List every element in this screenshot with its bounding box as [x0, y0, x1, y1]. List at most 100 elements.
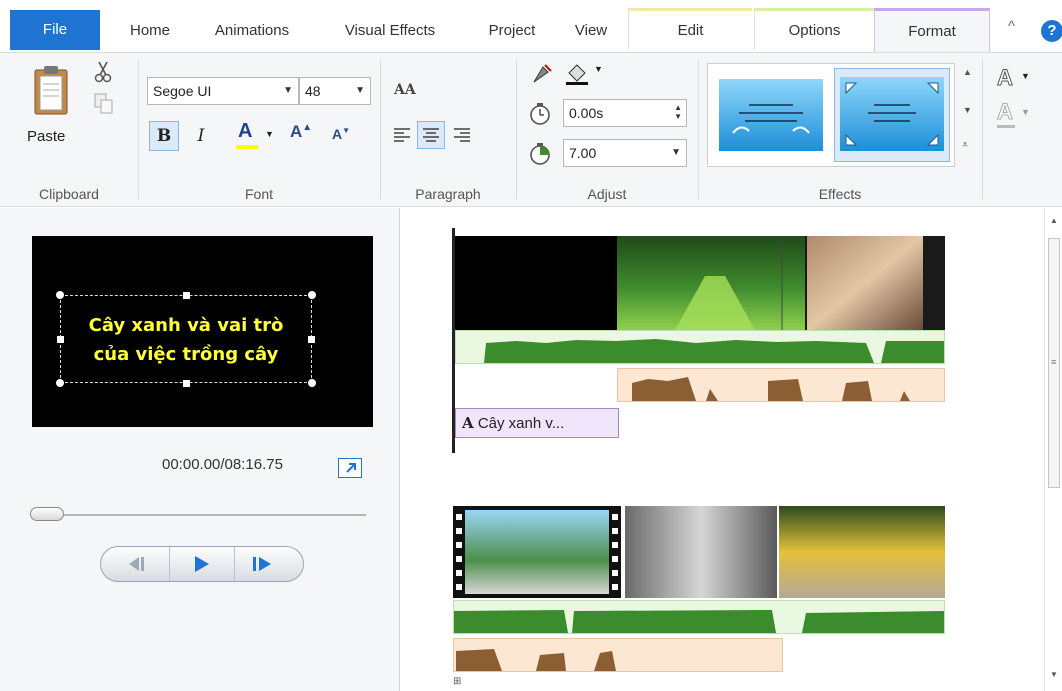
- shrink-font-button[interactable]: A▼: [331, 125, 357, 151]
- seek-track[interactable]: [32, 514, 366, 516]
- group-outline: A ▼ A ▼: [983, 53, 1062, 206]
- arrow-up-icon: ▲: [302, 122, 313, 133]
- music-track[interactable]: [617, 368, 945, 402]
- effect-zoom-icon: [840, 77, 944, 151]
- video-preview[interactable]: Cây xanh và vai trò của việc trồng cây: [32, 236, 373, 427]
- outline-size-icon[interactable]: A: [997, 65, 1014, 91]
- tab-options[interactable]: Options: [754, 8, 874, 50]
- next-frame-button[interactable]: [235, 547, 303, 581]
- arrow-up-icon[interactable]: ▲: [1050, 216, 1058, 225]
- playback-time: 00:00.00/08:16.75: [162, 456, 283, 473]
- fullscreen-button[interactable]: [338, 458, 362, 478]
- caption-text[interactable]: Cây xanh và vai trò của việc trồng cây: [61, 311, 311, 369]
- paint-bucket-icon: [566, 64, 588, 85]
- expand-icon[interactable]: ⊞: [453, 676, 461, 687]
- group-paragraph: AA Paragraph: [381, 53, 515, 206]
- font-color-icon: A: [238, 120, 253, 142]
- start-time-field[interactable]: 0.00s ▲ ▼: [563, 99, 687, 127]
- video-clip-row[interactable]: [455, 236, 945, 330]
- chevron-down-icon[interactable]: ▼: [1021, 71, 1030, 81]
- font-color-swatch: [236, 145, 258, 149]
- ribbon: Paste Clipboard Segoe UI ▼ 48 ▼ B I A ▼ …: [0, 52, 1062, 207]
- tab-home[interactable]: Home: [110, 10, 190, 52]
- copy-icon[interactable]: [94, 93, 114, 115]
- next-frame-icon: [253, 557, 271, 571]
- video-clip-row[interactable]: [453, 506, 945, 598]
- tab-view[interactable]: View: [560, 10, 622, 52]
- caption-line: Cây xanh và vai trò: [88, 315, 284, 336]
- tab-edit[interactable]: Edit: [628, 8, 752, 50]
- effect-thumbnail-selected[interactable]: [834, 68, 950, 162]
- playhead-cursor[interactable]: [452, 228, 455, 453]
- align-center-icon: [423, 128, 439, 142]
- group-clipboard: Paste Clipboard: [0, 53, 138, 206]
- resize-handle[interactable]: [308, 379, 316, 387]
- duration-select[interactable]: 7.00 ▼: [563, 139, 687, 167]
- help-icon[interactable]: ?: [1041, 20, 1062, 42]
- seek-slider-thumb[interactable]: [30, 507, 64, 521]
- cut-icon[interactable]: [94, 61, 112, 83]
- gallery-scroll[interactable]: ▲ ▼ ⩡: [959, 63, 977, 167]
- tab-file[interactable]: File: [10, 10, 100, 50]
- font-family-select[interactable]: Segoe UI ▼: [147, 77, 299, 105]
- caption-line: của việc trồng cây: [93, 344, 279, 365]
- chevron-down-icon[interactable]: ▼: [1021, 107, 1030, 117]
- title-clip[interactable]: A Cây xanh v...: [455, 408, 619, 438]
- title-clip-label: Cây xanh v...: [477, 415, 565, 432]
- grow-font-button[interactable]: A▲: [289, 121, 315, 151]
- arrow-up-icon[interactable]: ▲: [963, 67, 972, 77]
- resize-handle[interactable]: [308, 291, 316, 299]
- group-label-adjust: Adjust: [587, 186, 627, 202]
- resize-handle[interactable]: [56, 379, 64, 387]
- chevron-down-icon[interactable]: ▼: [265, 129, 274, 139]
- effect-cinematic-icon: [719, 79, 823, 151]
- tab-project[interactable]: Project: [474, 10, 550, 52]
- music-track[interactable]: [453, 638, 783, 672]
- align-right-icon[interactable]: [453, 127, 471, 143]
- audio-track[interactable]: [453, 600, 945, 634]
- scrollbar-thumb[interactable]: ≡: [1048, 238, 1060, 488]
- resize-handle[interactable]: [56, 291, 64, 299]
- previous-frame-button[interactable]: [101, 547, 169, 581]
- arrow-down-icon: ▼: [342, 126, 351, 135]
- play-icon: [195, 556, 209, 572]
- arrow-down-icon[interactable]: ▼: [1050, 670, 1058, 679]
- audio-waveform: [454, 610, 944, 633]
- ribbon-tab-bar: File Home Animations Visual Effects Proj…: [0, 0, 1062, 54]
- align-left-icon[interactable]: [393, 127, 411, 143]
- gallery-expand-icon[interactable]: ⩡: [962, 139, 968, 152]
- font-size-select[interactable]: 48 ▼: [299, 77, 371, 105]
- chevron-down-icon: ▼: [283, 85, 293, 96]
- tab-format[interactable]: Format: [874, 8, 990, 54]
- effect-thumbnail[interactable]: [714, 70, 828, 160]
- chevron-down-icon: ▼: [671, 147, 681, 158]
- tab-visual-effects[interactable]: Visual Effects: [326, 10, 454, 52]
- resize-handle[interactable]: [183, 380, 190, 387]
- spinner-icon[interactable]: ▲ ▼: [674, 103, 682, 121]
- font-size-icon[interactable]: AA: [393, 81, 423, 103]
- arrow-down-icon[interactable]: ▼: [963, 105, 972, 115]
- caption-text-box[interactable]: Cây xanh và vai trò của việc trồng cây: [56, 291, 316, 387]
- preview-pane: Cây xanh và vai trò của việc trồng cây 0…: [0, 208, 400, 691]
- paste-button[interactable]: Paste: [18, 61, 80, 151]
- bold-button[interactable]: B: [149, 121, 179, 151]
- font-color-button[interactable]: A: [233, 119, 263, 151]
- group-label-effects: Effects: [818, 186, 862, 202]
- group-label-font: Font: [244, 186, 273, 202]
- transparency-icon[interactable]: [531, 63, 553, 85]
- play-button[interactable]: [169, 547, 235, 581]
- tab-animations[interactable]: Animations: [196, 10, 308, 52]
- text-icon: A: [462, 414, 474, 432]
- align-center-button[interactable]: [417, 121, 445, 149]
- clipboard-icon: [34, 66, 68, 115]
- group-effects: ▲ ▼ ⩡ Effects: [699, 53, 981, 206]
- resize-handle[interactable]: [183, 292, 190, 299]
- outline-color-icon[interactable]: A: [997, 99, 1014, 125]
- font-family-value: Segoe UI: [153, 83, 212, 99]
- italic-button[interactable]: I: [189, 121, 213, 151]
- collapse-ribbon-icon[interactable]: ^: [1008, 18, 1015, 35]
- storyboard-scrollbar[interactable]: ▲ ≡ ▼: [1044, 208, 1062, 691]
- audio-track[interactable]: [455, 330, 945, 364]
- shrink-font-icon: A: [332, 126, 343, 142]
- background-color-button[interactable]: ▼: [561, 59, 605, 87]
